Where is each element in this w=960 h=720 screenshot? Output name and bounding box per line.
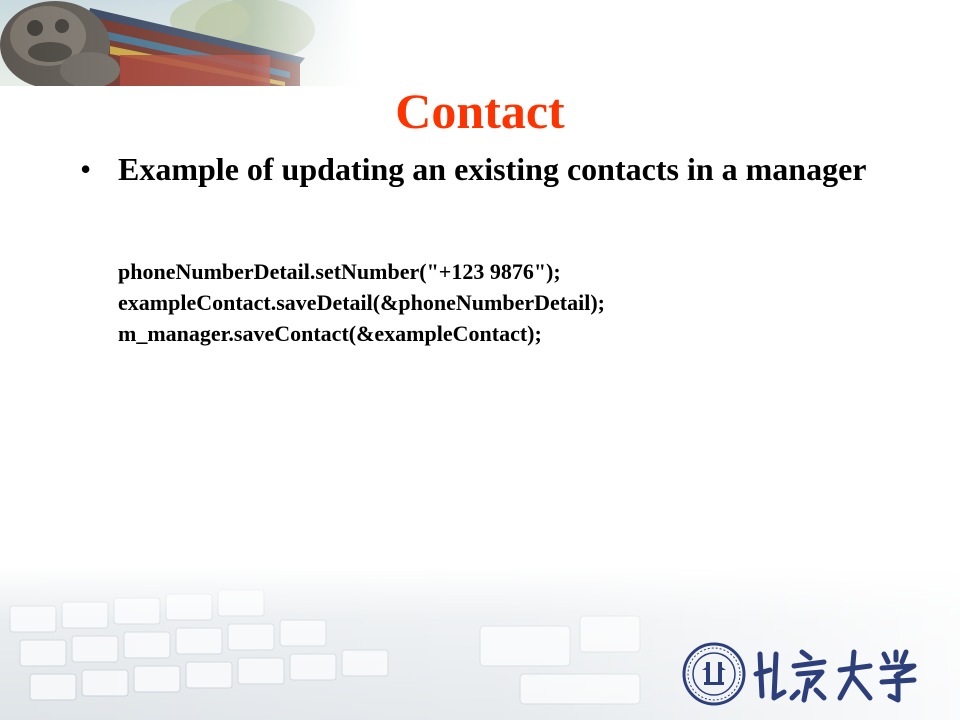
code-line: phoneNumberDetail.setNumber("+123 9876")… [118, 259, 561, 284]
bullet-text: Example of updating an existing contacts… [118, 151, 867, 187]
code-line: exampleContact.saveDetail(&phoneNumberDe… [118, 290, 605, 315]
code-line: m_manager.saveContact(&exampleContact); [118, 321, 542, 346]
slide-title: Contact [395, 83, 565, 139]
bullet-symbol: • [80, 151, 92, 187]
university-logo [682, 640, 922, 710]
slide: Contact • Example of updating an existin… [0, 0, 960, 720]
top-banner-image [0, 0, 360, 86]
code-block: phoneNumberDetail.setNumber("+123 9876")… [118, 256, 878, 349]
